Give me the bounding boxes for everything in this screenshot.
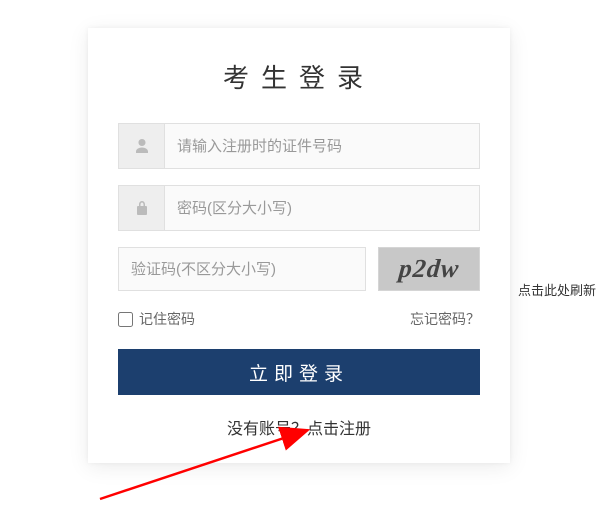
remember-label: 记住密码 bbox=[139, 309, 195, 329]
options-row: 记住密码 忘记密码？ bbox=[118, 309, 480, 329]
forgot-password-link[interactable]: 忘记密码？ bbox=[410, 309, 480, 329]
captcha-image[interactable]: p2dw bbox=[378, 247, 480, 291]
password-input[interactable] bbox=[164, 185, 480, 231]
id-field-row bbox=[118, 123, 480, 169]
id-input[interactable] bbox=[164, 123, 480, 169]
login-button[interactable]: 立即登录 bbox=[118, 349, 480, 395]
lock-icon bbox=[118, 185, 164, 231]
refresh-captcha-link[interactable]: 点击此处刷新 bbox=[518, 280, 596, 299]
register-link[interactable]: 没有账号？点击注册 bbox=[118, 415, 480, 439]
remember-checkbox-wrap[interactable]: 记住密码 bbox=[118, 309, 195, 329]
page-title: 考生登录 bbox=[118, 58, 480, 95]
password-field-row bbox=[118, 185, 480, 231]
captcha-row: p2dw bbox=[118, 247, 480, 291]
user-icon bbox=[118, 123, 164, 169]
login-card: 考生登录 p2dw 记住密码 忘记密码？ 立即登录 没有账号？点击注册 bbox=[88, 28, 510, 463]
captcha-text: p2dw bbox=[398, 254, 461, 284]
remember-checkbox[interactable] bbox=[118, 312, 133, 327]
captcha-input[interactable] bbox=[118, 247, 366, 291]
